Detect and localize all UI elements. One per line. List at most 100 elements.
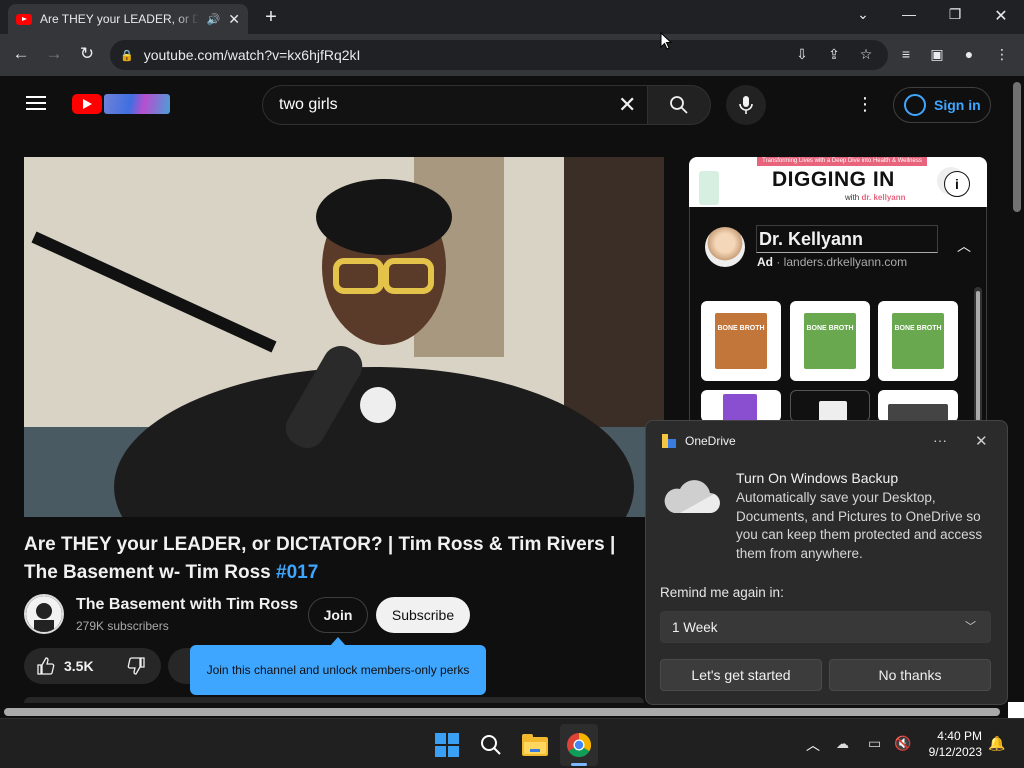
description-box[interactable] <box>24 697 644 703</box>
sign-in-button[interactable]: Sign in <box>893 87 991 123</box>
ad-banner-ribbon: Transforming Lives with a Deep Dive into… <box>757 157 927 166</box>
notification-bell-icon[interactable]: 🔔 <box>988 735 1005 752</box>
search-button[interactable] <box>647 85 711 125</box>
subscriber-count: 279K subscribers <box>76 619 169 633</box>
product-box-image <box>892 313 944 369</box>
show-hidden-icons-chevron-icon[interactable]: ︿ <box>806 735 820 755</box>
video-player[interactable] <box>24 157 664 517</box>
search-icon <box>481 735 501 755</box>
advertiser-avatar[interactable] <box>705 227 745 267</box>
channel-avatar[interactable] <box>24 594 64 634</box>
video-frame-image <box>24 157 664 517</box>
product-label: BONE BROTH <box>717 325 765 332</box>
clock-time[interactable]: 4:40 PM <box>930 729 982 743</box>
windows-start-icon <box>435 733 459 757</box>
network-icon[interactable]: ▭ <box>868 735 881 752</box>
share-icon[interactable]: ⇪ <box>824 46 844 63</box>
notification-more-icon[interactable]: ··· <box>933 432 947 448</box>
media-control-icon[interactable]: ≡ <box>896 46 916 62</box>
youtube-favicon-icon <box>16 13 32 25</box>
search-icon <box>670 96 688 114</box>
back-button[interactable]: ← <box>10 44 32 64</box>
product-label: BONE BROTH <box>894 325 942 332</box>
tab-search-chevron-icon[interactable]: ⌄ <box>848 6 878 23</box>
minimize-button[interactable]: — <box>894 6 924 22</box>
join-tooltip: Join this channel and unlock members-onl… <box>190 645 486 695</box>
voice-search-button[interactable] <box>726 85 766 125</box>
close-window-button[interactable]: ✕ <box>986 6 1016 26</box>
ad-product-card[interactable] <box>701 390 781 422</box>
onedrive-tray-icon[interactable]: ☁ <box>836 736 849 752</box>
lock-icon: 🔒 <box>120 49 134 62</box>
volume-muted-icon[interactable]: 🔇 <box>894 735 911 752</box>
bookmark-star-icon[interactable]: ☆ <box>856 46 876 63</box>
chevron-down-icon[interactable]: ﹀ <box>965 618 976 634</box>
remind-interval-select[interactable]: 1 Week <box>660 611 991 643</box>
taskbar-search-button[interactable] <box>472 726 510 764</box>
remind-label: Remind me again in: <box>660 585 784 600</box>
install-app-icon[interactable]: ⇩ <box>792 46 812 63</box>
ad-info-icon[interactable]: i <box>944 171 970 197</box>
page-horizontal-scrollbar[interactable] <box>0 704 1010 718</box>
youtube-doodle-logo[interactable] <box>104 94 170 114</box>
chrome-menu-icon[interactable]: ⋮ <box>992 46 1012 63</box>
cloud-icon <box>664 480 720 513</box>
thumbs-down-icon <box>127 657 145 675</box>
video-title: Are THEY your LEADER, or DICTATOR? | Tim… <box>24 531 644 587</box>
search-query-text: two girls <box>279 96 338 113</box>
advertiser-name[interactable]: Dr. Kellyann <box>756 225 938 253</box>
dislike-button[interactable] <box>112 648 160 684</box>
ad-product-card[interactable]: BONE BROTH <box>790 301 870 381</box>
hamburger-menu-icon[interactable] <box>26 96 46 114</box>
join-button[interactable]: Join <box>308 597 368 633</box>
profile-icon[interactable]: ● <box>959 46 979 62</box>
product-box-image <box>715 313 767 369</box>
mouse-cursor-icon <box>660 32 672 50</box>
no-thanks-button[interactable]: No thanks <box>829 659 991 691</box>
restore-button[interactable]: ❐ <box>940 6 970 23</box>
notification-app-name: OneDrive <box>685 434 736 448</box>
video-hashtag-link[interactable]: #017 <box>276 562 318 583</box>
ad-byline-with: with <box>845 193 860 202</box>
subscribe-button[interactable]: Subscribe <box>376 597 470 633</box>
forward-button[interactable]: → <box>43 44 65 64</box>
onedrive-app-icon <box>662 434 676 448</box>
browser-tab-active[interactable]: Are THEY your LEADER, or DICTATOR? | Tim… <box>8 4 248 34</box>
remind-selected-value: 1 Week <box>672 619 718 635</box>
lets-get-started-button[interactable]: Let's get started <box>660 659 822 691</box>
channel-name-link[interactable]: The Basement with Tim Ross <box>76 596 298 614</box>
ad-scrollbar[interactable] <box>974 287 982 422</box>
channel-avatar-image <box>26 596 62 632</box>
youtube-logo-icon[interactable] <box>72 94 102 114</box>
address-bar[interactable]: 🔒 youtube.com/watch?v=kx6hjfRq2kI <box>110 40 888 70</box>
chrome-icon <box>567 733 591 757</box>
search-input[interactable]: two girls <box>262 85 648 125</box>
video-title-text: Are THEY your LEADER, or DICTATOR? | Tim… <box>24 534 616 583</box>
tab-close-icon[interactable]: ✕ <box>228 11 240 28</box>
chrome-running-indicator <box>571 763 587 766</box>
ad-banner-title: DIGGING IN <box>772 168 895 191</box>
new-tab-button[interactable]: + <box>260 6 282 29</box>
ad-product-card[interactable] <box>878 390 958 422</box>
like-button[interactable]: 3.5K <box>24 648 109 684</box>
chrome-taskbar-button[interactable] <box>560 726 598 764</box>
clock-date[interactable]: 9/12/2023 <box>920 745 982 759</box>
notification-close-icon[interactable]: ✕ <box>975 432 988 450</box>
start-button[interactable] <box>428 726 466 764</box>
page-vertical-scrollbar[interactable] <box>1010 78 1024 704</box>
ad-product-card[interactable] <box>790 390 870 422</box>
file-explorer-button[interactable] <box>516 726 554 764</box>
ad-product-card[interactable]: BONE BROTH <box>878 301 958 381</box>
chevron-up-icon[interactable]: ︿ <box>957 236 971 256</box>
tab-audio-icon[interactable]: 🔊 <box>207 13 221 26</box>
settings-more-icon[interactable]: ⋮ <box>856 94 874 115</box>
ad-domain: · landers.drkellyann.com <box>776 255 908 269</box>
ad-banner-byline: with dr. kellyann <box>845 193 906 202</box>
thumbs-up-icon <box>37 657 55 675</box>
side-panel-icon[interactable]: ▣ <box>927 46 947 63</box>
ad-product-card[interactable]: BONE BROTH <box>701 301 781 381</box>
product-box-image <box>723 394 757 422</box>
clear-search-icon[interactable]: ✕ <box>618 92 636 118</box>
address-bar-url: youtube.com/watch?v=kx6hjfRq2kI <box>143 47 361 63</box>
reload-button[interactable]: ↻ <box>76 44 98 64</box>
